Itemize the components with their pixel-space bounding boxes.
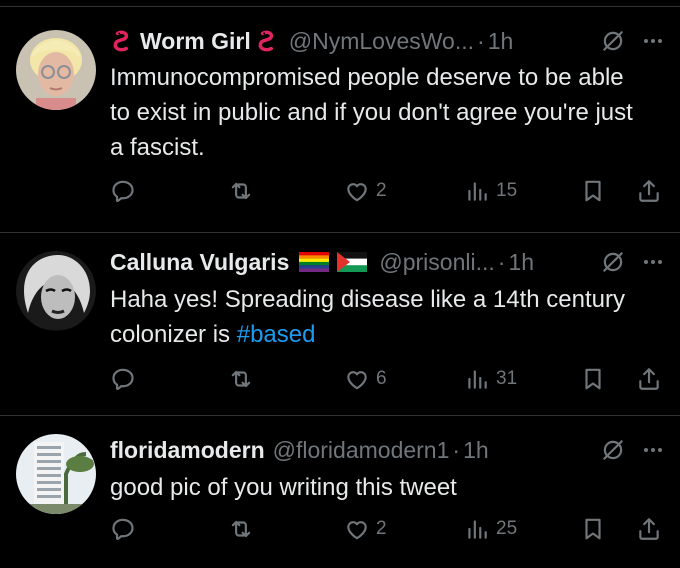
repost-button[interactable] — [228, 364, 254, 394]
view-count: 25 — [496, 518, 518, 539]
tweet[interactable]: Worm Girl @NymLovesWo... · 1h Immunocompro… — [0, 0, 680, 232]
bar-chart-icon — [464, 366, 490, 392]
share-upload-icon — [636, 366, 662, 392]
tweet-header: Worm Girl @NymLovesWo... · 1h — [110, 24, 513, 58]
separator-dot: · — [477, 27, 485, 54]
header-actions — [600, 24, 662, 58]
reply-button[interactable] — [110, 176, 136, 206]
views-button[interactable]: 31 — [464, 364, 517, 394]
slashed-circle-icon[interactable] — [600, 28, 626, 54]
slashed-circle-icon[interactable] — [600, 437, 626, 463]
display-name[interactable]: Worm Girl — [140, 28, 251, 55]
bar-chart-icon — [464, 178, 490, 204]
tweet-text: Immunocompromised people deserve to be a… — [110, 64, 633, 161]
avatar[interactable] — [16, 434, 96, 514]
palestine-flag-icon — [337, 252, 368, 272]
tweet-actions: 6 31 — [0, 364, 680, 394]
handle[interactable]: @NymLovesWo... — [289, 28, 474, 54]
tweet[interactable]: Calluna Vulgaris @prisonli... · 1h Haha ye… — [0, 233, 680, 415]
view-count: 15 — [496, 180, 518, 201]
display-name[interactable]: Calluna Vulgaris — [110, 249, 289, 276]
slashed-circle-icon[interactable] — [600, 249, 626, 275]
like-count: 2 — [376, 518, 387, 539]
bookmark-button[interactable] — [580, 514, 606, 544]
bookmark-button[interactable] — [580, 364, 606, 394]
repost-arrows-icon — [228, 366, 254, 392]
separator-dot: · — [452, 436, 461, 463]
tweet-actions: 2 15 — [0, 176, 680, 206]
worm-emoji-icon — [110, 28, 136, 54]
like-button[interactable]: 6 — [344, 364, 387, 394]
tweet-text: good pic of you writing this tweet — [110, 474, 457, 501]
bookmark-icon — [580, 178, 606, 204]
reply-button[interactable] — [110, 514, 136, 544]
handle-meta: @floridamodern1 · 1h — [273, 437, 489, 464]
like-count: 6 — [376, 368, 387, 389]
separator-dot: · — [497, 248, 506, 275]
heart-icon — [344, 516, 370, 542]
header-actions — [600, 245, 662, 279]
heart-icon — [344, 366, 370, 392]
like-count: 2 — [376, 180, 387, 201]
tweet-text-plain: Haha yes! Spreading disease like a 14th … — [110, 286, 625, 348]
timestamp[interactable]: 1h — [488, 28, 514, 54]
handle[interactable]: @floridamodern1 — [273, 437, 450, 463]
like-button[interactable]: 2 — [344, 514, 387, 544]
avatar[interactable] — [16, 251, 96, 331]
repost-arrows-icon — [228, 178, 254, 204]
view-count: 31 — [496, 368, 518, 389]
speech-bubble-icon — [110, 178, 136, 204]
handle[interactable]: @prisonli... — [379, 249, 494, 275]
speech-bubble-icon — [110, 366, 136, 392]
bookmark-button[interactable] — [580, 176, 606, 206]
hashtag-link[interactable]: #based — [237, 321, 316, 348]
avatar[interactable] — [16, 30, 96, 110]
worm-emoji-icon — [255, 28, 281, 54]
share-button[interactable] — [636, 176, 662, 206]
speech-bubble-icon — [110, 516, 136, 542]
header-actions — [600, 433, 662, 467]
tweet-actions: 2 25 — [0, 514, 680, 544]
more-dots-icon[interactable] — [644, 39, 662, 43]
like-button[interactable]: 2 — [344, 176, 387, 206]
views-button[interactable]: 15 — [464, 176, 517, 206]
repost-arrows-icon — [228, 516, 254, 542]
timestamp[interactable]: 1h — [508, 249, 534, 275]
bar-chart-icon — [464, 516, 490, 542]
handle-meta: @prisonli... · 1h — [379, 249, 534, 276]
more-dots-icon[interactable] — [644, 260, 662, 264]
repost-button[interactable] — [228, 176, 254, 206]
tweet-header: Calluna Vulgaris @prisonli... · 1h — [110, 245, 534, 279]
tweet-text: Haha yes! Spreading disease like a 14th … — [110, 282, 650, 352]
handle-meta: @NymLovesWo... · 1h — [289, 28, 514, 55]
bookmark-icon — [580, 366, 606, 392]
share-upload-icon — [636, 178, 662, 204]
bookmark-icon — [580, 516, 606, 542]
views-button[interactable]: 25 — [464, 514, 517, 544]
more-dots-icon[interactable] — [644, 448, 662, 452]
tweet[interactable]: floridamodern @floridamodern1 · 1h good pi… — [0, 416, 680, 568]
share-button[interactable] — [636, 364, 662, 394]
reply-button[interactable] — [110, 364, 136, 394]
timestamp[interactable]: 1h — [463, 437, 489, 463]
share-upload-icon — [636, 516, 662, 542]
repost-button[interactable] — [228, 514, 254, 544]
rainbow-flag-icon — [299, 252, 330, 272]
share-button[interactable] — [636, 514, 662, 544]
heart-icon — [344, 178, 370, 204]
tweet-header: floridamodern @floridamodern1 · 1h — [110, 433, 489, 467]
display-name[interactable]: floridamodern — [110, 437, 265, 464]
